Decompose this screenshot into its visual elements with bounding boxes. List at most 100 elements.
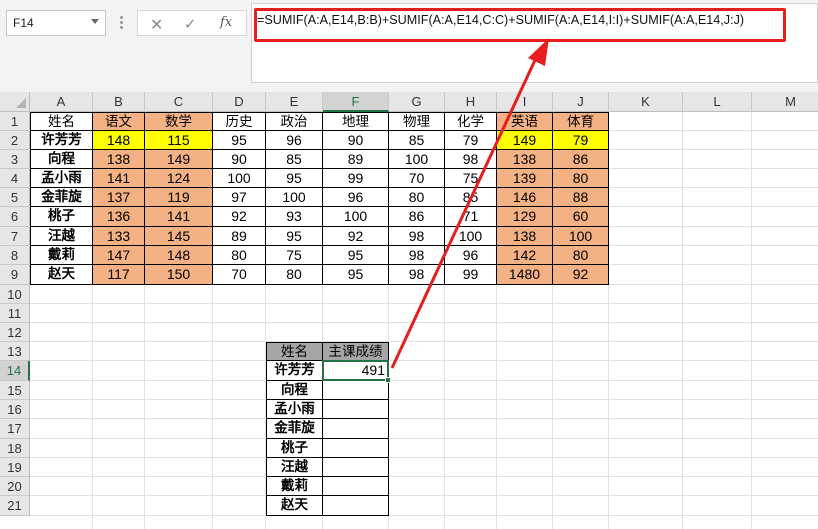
- score-cell[interactable]: 138: [497, 227, 553, 246]
- score-cell[interactable]: 92: [553, 265, 609, 285]
- row-header-18[interactable]: 18: [0, 439, 30, 458]
- fill-handle[interactable]: [385, 377, 391, 383]
- score-cell[interactable]: 95: [266, 169, 323, 188]
- table-header-cell[interactable]: 姓名: [30, 112, 93, 131]
- score-cell[interactable]: 145: [145, 227, 213, 246]
- student-name-cell[interactable]: 戴莉: [30, 246, 93, 265]
- row-header-6[interactable]: 6: [0, 207, 30, 227]
- row-header-16[interactable]: 16: [0, 400, 30, 419]
- row-header-19[interactable]: 19: [0, 458, 30, 477]
- score-cell[interactable]: 138: [497, 150, 553, 169]
- summary-name-cell[interactable]: 桃子: [266, 439, 323, 458]
- student-name-cell[interactable]: 向程: [30, 150, 93, 169]
- score-cell[interactable]: 71: [445, 207, 497, 227]
- column-header-l[interactable]: L: [683, 92, 752, 112]
- score-cell[interactable]: 100: [553, 227, 609, 246]
- column-header-g[interactable]: G: [389, 92, 445, 112]
- score-cell[interactable]: 89: [323, 150, 389, 169]
- score-cell[interactable]: 92: [323, 227, 389, 246]
- column-header-h[interactable]: H: [445, 92, 497, 112]
- insert-function-icon[interactable]: fx: [220, 15, 232, 30]
- score-cell[interactable]: 95: [213, 131, 266, 150]
- worksheet-grid[interactable]: ABCDEFGHIJKLM 1 2 3 4 5 6 7 8 9 10 11 12 13 14 15 16 17 1…: [0, 92, 818, 529]
- score-cell[interactable]: 148: [93, 131, 145, 150]
- row-header-14[interactable]: 14: [0, 361, 30, 381]
- row-header-5[interactable]: 5: [0, 188, 30, 207]
- column-header-b[interactable]: B: [93, 92, 145, 112]
- row-header-10[interactable]: 10: [0, 285, 30, 304]
- enter-icon[interactable]: ✓: [184, 15, 197, 33]
- score-cell[interactable]: 100: [389, 150, 445, 169]
- column-header-f[interactable]: F: [323, 92, 389, 112]
- student-name-cell[interactable]: 许芳芳: [30, 131, 93, 150]
- score-cell[interactable]: 136: [93, 207, 145, 227]
- score-cell[interactable]: 70: [213, 265, 266, 285]
- chevron-down-icon[interactable]: [91, 19, 99, 24]
- student-name-cell[interactable]: 金菲旋: [30, 188, 93, 207]
- drag-dots-icon[interactable]: [120, 16, 123, 30]
- summary-name-cell[interactable]: 戴莉: [266, 477, 323, 496]
- score-cell[interactable]: 80: [553, 246, 609, 265]
- score-cell[interactable]: 117: [93, 265, 145, 285]
- score-cell[interactable]: 129: [497, 207, 553, 227]
- row-header-11[interactable]: 11: [0, 304, 30, 323]
- summary-name-cell[interactable]: 汪越: [266, 458, 323, 477]
- student-name-cell[interactable]: 孟小雨: [30, 169, 93, 188]
- summary-value-cell[interactable]: [323, 400, 389, 419]
- score-cell[interactable]: 79: [553, 131, 609, 150]
- summary-name-cell[interactable]: 许芳芳: [266, 361, 323, 381]
- summary-name-cell[interactable]: 孟小雨: [266, 400, 323, 419]
- row-header-8[interactable]: 8: [0, 246, 30, 265]
- score-cell[interactable]: 98: [389, 227, 445, 246]
- score-cell[interactable]: 96: [445, 246, 497, 265]
- score-cell[interactable]: 80: [213, 246, 266, 265]
- row-header-12[interactable]: 12: [0, 323, 30, 342]
- column-header-c[interactable]: C: [145, 92, 213, 112]
- score-cell[interactable]: 95: [323, 246, 389, 265]
- row-header-17[interactable]: 17: [0, 419, 30, 439]
- row-header-9[interactable]: 9: [0, 265, 30, 285]
- row-header-2[interactable]: 2: [0, 131, 30, 150]
- row-header-7[interactable]: 7: [0, 227, 30, 246]
- summary-name-cell[interactable]: 赵天: [266, 496, 323, 516]
- score-cell[interactable]: 98: [389, 265, 445, 285]
- column-header-a[interactable]: A: [30, 92, 93, 112]
- score-cell[interactable]: 60: [553, 207, 609, 227]
- score-cell[interactable]: 146: [497, 188, 553, 207]
- score-cell[interactable]: 70: [389, 169, 445, 188]
- score-cell[interactable]: 92: [213, 207, 266, 227]
- score-cell[interactable]: 80: [266, 265, 323, 285]
- student-name-cell[interactable]: 赵天: [30, 265, 93, 285]
- score-cell[interactable]: 86: [553, 150, 609, 169]
- table-header-cell[interactable]: 政治: [266, 112, 323, 131]
- score-cell[interactable]: 75: [445, 169, 497, 188]
- row-header-4[interactable]: 4: [0, 169, 30, 188]
- table-header-cell[interactable]: 体育: [553, 112, 609, 131]
- name-box[interactable]: F14: [6, 10, 106, 36]
- row-header-13[interactable]: 13: [0, 342, 30, 361]
- score-cell[interactable]: 115: [145, 131, 213, 150]
- row-header-20[interactable]: 20: [0, 477, 30, 496]
- column-header-m[interactable]: M: [752, 92, 818, 112]
- score-cell[interactable]: 100: [323, 207, 389, 227]
- score-cell[interactable]: 141: [93, 169, 145, 188]
- summary-value-cell[interactable]: [323, 496, 389, 516]
- table-header-cell[interactable]: 物理: [389, 112, 445, 131]
- score-cell[interactable]: 85: [266, 150, 323, 169]
- score-cell[interactable]: 95: [266, 227, 323, 246]
- row-header-21[interactable]: 21: [0, 496, 30, 516]
- column-header-k[interactable]: K: [609, 92, 683, 112]
- score-cell[interactable]: 98: [389, 246, 445, 265]
- score-cell[interactable]: 96: [266, 131, 323, 150]
- summary-header-cell[interactable]: 主课成绩: [323, 342, 389, 361]
- score-cell[interactable]: 80: [389, 188, 445, 207]
- score-cell[interactable]: 141: [145, 207, 213, 227]
- score-cell[interactable]: 150: [145, 265, 213, 285]
- student-name-cell[interactable]: 汪越: [30, 227, 93, 246]
- score-cell[interactable]: 149: [497, 131, 553, 150]
- table-header-cell[interactable]: 数学: [145, 112, 213, 131]
- score-cell[interactable]: 90: [213, 150, 266, 169]
- score-cell[interactable]: 133: [93, 227, 145, 246]
- column-header-j[interactable]: J: [553, 92, 609, 112]
- score-cell[interactable]: 119: [145, 188, 213, 207]
